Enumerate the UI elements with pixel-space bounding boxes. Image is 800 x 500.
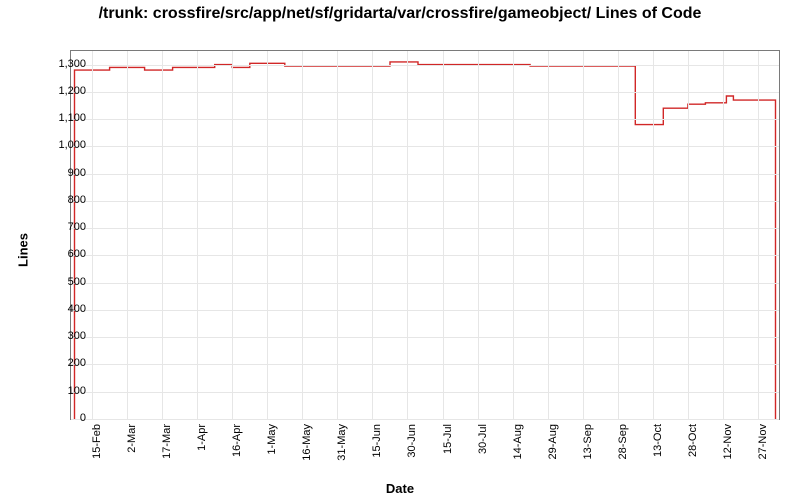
y-tick-label: 800 bbox=[40, 194, 86, 206]
x-tick-label: 12-Nov bbox=[722, 424, 734, 459]
y-tick-label: 400 bbox=[40, 303, 86, 315]
x-tick-label: 28-Sep bbox=[617, 424, 629, 459]
x-tick-label: 29-Aug bbox=[547, 424, 559, 459]
gridline-h bbox=[71, 65, 779, 66]
x-tick-label: 17-Mar bbox=[161, 424, 173, 459]
y-tick-label: 1,000 bbox=[40, 139, 86, 151]
gridline-v bbox=[197, 51, 198, 419]
x-tick-label: 31-May bbox=[336, 424, 348, 461]
gridline-v bbox=[653, 51, 654, 419]
gridline-v bbox=[127, 51, 128, 419]
y-tick-label: 600 bbox=[40, 248, 86, 260]
x-tick-label: 13-Sep bbox=[582, 424, 594, 459]
gridline-v bbox=[267, 51, 268, 419]
gridline-v bbox=[92, 51, 93, 419]
gridline-h bbox=[71, 119, 779, 120]
x-tick-label: 15-Jun bbox=[371, 424, 383, 458]
x-tick-label: 16-Apr bbox=[231, 424, 243, 457]
x-axis-label: Date bbox=[0, 481, 800, 496]
x-tick-label: 28-Oct bbox=[687, 424, 699, 457]
gridline-v bbox=[478, 51, 479, 419]
y-tick-label: 1,100 bbox=[40, 112, 86, 124]
gridline-v bbox=[513, 51, 514, 419]
plot-area bbox=[70, 50, 780, 420]
gridline-h bbox=[71, 283, 779, 284]
y-tick-label: 500 bbox=[40, 276, 86, 288]
gridline-v bbox=[372, 51, 373, 419]
gridline-h bbox=[71, 146, 779, 147]
y-tick-label: 1,300 bbox=[40, 58, 86, 70]
gridline-v bbox=[583, 51, 584, 419]
x-tick-label: 13-Oct bbox=[652, 424, 664, 457]
y-axis-label: Lines bbox=[15, 233, 30, 267]
y-tick-label: 200 bbox=[40, 357, 86, 369]
gridline-h bbox=[71, 392, 779, 393]
gridline-v bbox=[162, 51, 163, 419]
x-tick-label: 1-May bbox=[266, 424, 278, 455]
y-tick-label: 300 bbox=[40, 330, 86, 342]
gridline-v bbox=[302, 51, 303, 419]
y-tick-label: 0 bbox=[40, 412, 86, 424]
gridline-v bbox=[758, 51, 759, 419]
chart-title: /trunk: crossfire/src/app/net/sf/gridart… bbox=[0, 4, 800, 24]
gridline-h bbox=[71, 201, 779, 202]
x-tick-label: 2-Mar bbox=[126, 424, 138, 453]
gridline-v bbox=[407, 51, 408, 419]
x-tick-label: 30-Jul bbox=[477, 424, 489, 454]
x-tick-label: 16-May bbox=[301, 424, 313, 461]
gridline-h bbox=[71, 174, 779, 175]
gridline-h bbox=[71, 310, 779, 311]
x-tick-label: 30-Jun bbox=[406, 424, 418, 458]
gridline-h bbox=[71, 337, 779, 338]
x-tick-label: 27-Nov bbox=[757, 424, 769, 459]
y-tick-label: 1,200 bbox=[40, 85, 86, 97]
x-tick-label: 14-Aug bbox=[512, 424, 524, 459]
gridline-v bbox=[723, 51, 724, 419]
y-tick-label: 700 bbox=[40, 221, 86, 233]
gridline-v bbox=[443, 51, 444, 419]
x-tick-label: 15-Feb bbox=[91, 424, 103, 459]
gridline-v bbox=[688, 51, 689, 419]
gridline-h bbox=[71, 419, 779, 420]
x-tick-label: 1-Apr bbox=[196, 424, 208, 451]
gridline-v bbox=[548, 51, 549, 419]
gridline-v bbox=[337, 51, 338, 419]
gridline-v bbox=[232, 51, 233, 419]
gridline-v bbox=[618, 51, 619, 419]
x-tick-label: 15-Jul bbox=[442, 424, 454, 454]
y-tick-label: 900 bbox=[40, 167, 86, 179]
chart-container: /trunk: crossfire/src/app/net/sf/gridart… bbox=[0, 0, 800, 500]
gridline-h bbox=[71, 228, 779, 229]
gridline-h bbox=[71, 92, 779, 93]
gridline-h bbox=[71, 255, 779, 256]
gridline-h bbox=[71, 364, 779, 365]
y-tick-label: 100 bbox=[40, 385, 86, 397]
